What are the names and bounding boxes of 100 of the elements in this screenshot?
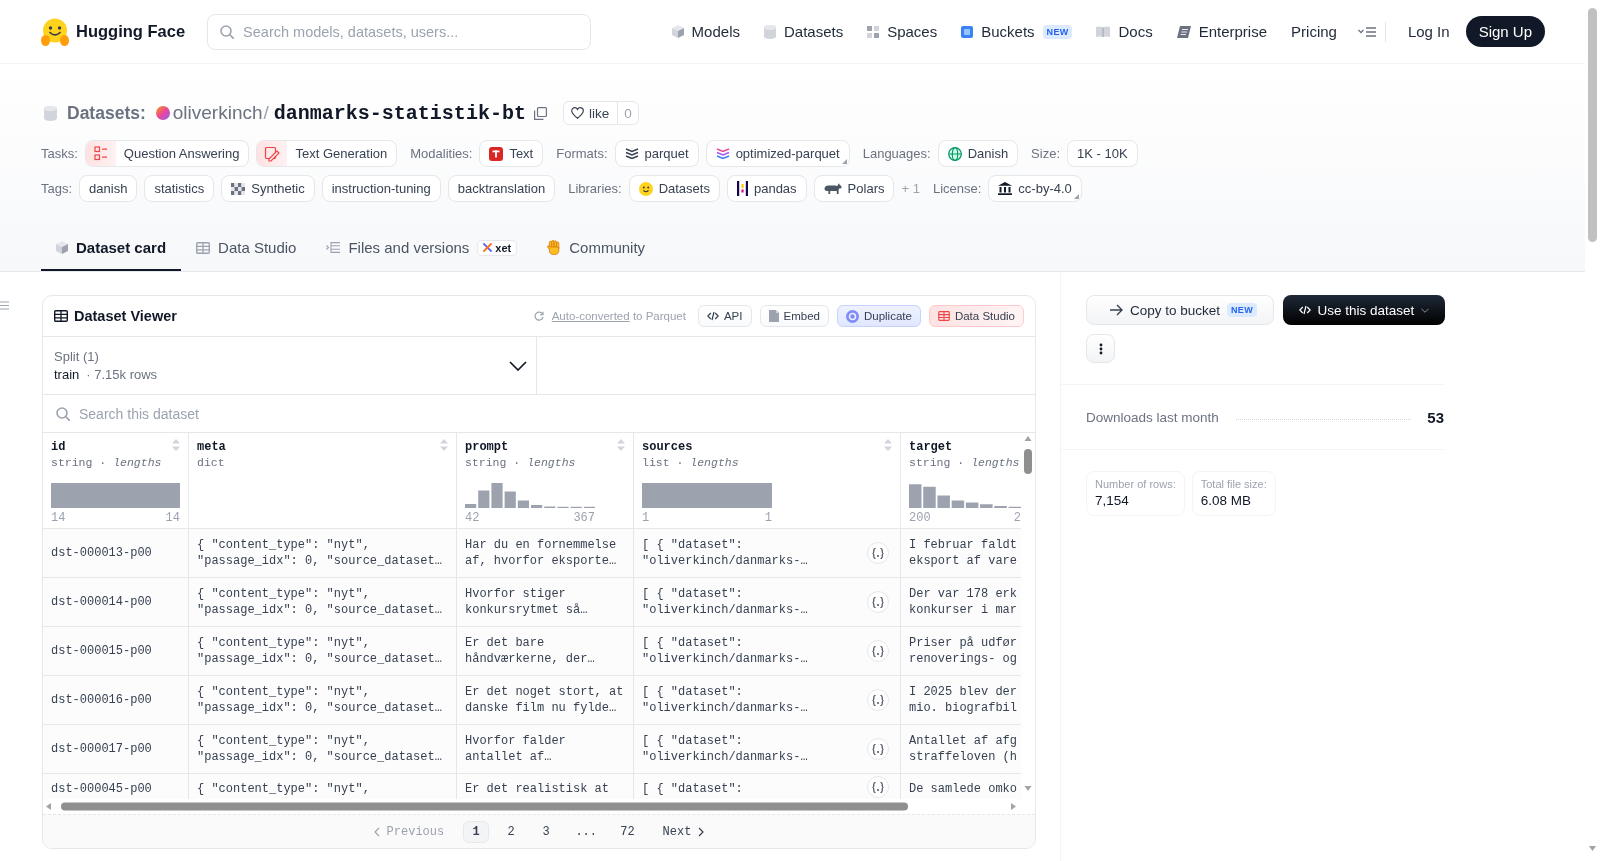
viewer-title: Dataset Viewer: [74, 308, 177, 324]
tag-chip[interactable]: danish: [79, 175, 138, 202]
tab[interactable]: Files and versions xet: [311, 226, 533, 271]
tag-chip[interactable]: pandas: [726, 175, 807, 202]
cube-icon: [671, 25, 684, 38]
table-cell-text: De samlede omko: [908, 781, 1019, 798]
menu-icon[interactable]: [0, 301, 9, 310]
toolbar-button[interactable]: Data Studio: [928, 305, 1024, 327]
braces-button[interactable]: [867, 640, 889, 662]
login-link[interactable]: Log In: [1407, 23, 1450, 40]
page-button[interactable]: 1: [463, 820, 490, 843]
circle-icon: [845, 309, 859, 323]
bear-icon: [823, 183, 842, 194]
tag-chip[interactable]: statistics: [144, 175, 215, 202]
meta-label: Tasks:: [41, 146, 78, 161]
braces-button[interactable]: [867, 689, 889, 711]
heart-icon: [570, 107, 584, 119]
page-button[interactable]: 3: [533, 820, 560, 843]
tag-chip[interactable]: Text: [479, 140, 544, 167]
stat-value: 6.08 MB: [1200, 493, 1252, 508]
split-select[interactable]: Split (1) train · 7.15k rows: [43, 337, 537, 394]
copy-icon[interactable]: [533, 106, 547, 120]
home-link[interactable]: Hugging Face: [41, 17, 186, 46]
copy-to-bucket-button[interactable]: Copy to bucket NEW: [1086, 295, 1274, 325]
page-button[interactable]: 2: [498, 820, 525, 843]
table-cell: { "content_type": "nyt", "passage_idx": 0, "source_dataset…: [189, 725, 457, 773]
stat-label: Number of rows:: [1095, 478, 1176, 490]
range-label: 14: [51, 511, 66, 525]
nav-link[interactable]: Buckets NEW: [961, 23, 1073, 40]
tag-chip[interactable]: Danish: [937, 140, 1019, 167]
chevron-left-icon: [373, 826, 380, 837]
braces-button[interactable]: [867, 738, 889, 760]
tag-chip[interactable]: 1K - 10K: [1067, 140, 1138, 167]
braces-button[interactable]: [867, 591, 889, 613]
column-type: string · lengths: [465, 455, 577, 471]
toolbar-button[interactable]: Embed: [759, 305, 829, 327]
tag-chip[interactable]: Question Answering: [84, 140, 250, 167]
table-cell: Hvorfor falder antallet af…: [457, 725, 634, 773]
column-name: id: [51, 439, 66, 455]
tag-chip[interactable]: instruction-tuning: [321, 175, 441, 202]
search-field[interactable]: Search models, datasets, users...: [207, 13, 592, 50]
column-name: prompt: [465, 439, 509, 455]
nav-link[interactable]: Docs: [1096, 23, 1153, 40]
cube-icon: [56, 241, 68, 254]
column-name: target: [909, 439, 953, 455]
list-icon: [326, 242, 341, 253]
range-label: 14: [165, 511, 180, 525]
braces-button[interactable]: [867, 542, 889, 564]
tag-chip[interactable]: cc-by-4.0: [988, 175, 1082, 202]
tag-chip[interactable]: Polars: [813, 175, 895, 202]
smiley-icon: [638, 181, 653, 196]
slanted-tile-icon: [1176, 25, 1191, 38]
tag-chip[interactable]: Synthetic: [221, 175, 315, 202]
database-icon: [763, 24, 776, 39]
toolbar-button[interactable]: Duplicate: [836, 305, 921, 327]
owner-link[interactable]: oliverkinch: [172, 102, 263, 124]
table-cell-text: Antallet af afg straffeloven (h: [908, 733, 1019, 766]
chevron-down-icon: [1421, 307, 1430, 313]
tag-chip[interactable]: parquet: [614, 140, 699, 167]
column-name: meta: [197, 439, 226, 455]
tab[interactable]: Data Studio: [181, 226, 312, 271]
tag-chip[interactable]: backtranslation: [447, 175, 556, 202]
tab[interactable]: Dataset card: [41, 226, 182, 271]
column-type: string · lengths: [909, 455, 1021, 471]
table-cell: { "content_type": "nyt", "passage_idx": 0, "source_dataset…: [189, 529, 457, 577]
database-icon: [44, 105, 57, 121]
tag-chip[interactable]: optimized-parquet: [705, 140, 850, 167]
use-dataset-button[interactable]: Use this dataset: [1282, 295, 1445, 325]
refresh-icon: [533, 311, 544, 321]
page-button[interactable]: 72: [613, 820, 642, 843]
braces-button[interactable]: [867, 776, 889, 798]
next-button[interactable]: Next: [662, 824, 705, 839]
table-cell: dst-000016-p00: [43, 676, 189, 724]
nav-link[interactable]: Datasets: [763, 23, 844, 40]
tag-chip[interactable]: Datasets: [628, 175, 720, 202]
like-button[interactable]: like 0: [562, 101, 639, 125]
tag-chip[interactable]: Text Generation: [256, 140, 398, 167]
nav-link[interactable]: Models: [671, 23, 740, 40]
code-icon: [706, 311, 719, 321]
toolbar-button[interactable]: API: [697, 305, 752, 327]
downloads-value: 53: [1427, 408, 1444, 426]
cross-icon: [483, 243, 493, 252]
table-cell-text: I 2025 blev der mio. biografbil: [908, 684, 1019, 717]
json-text: [ { "dataset": "oliverkinch/danmarks-…: [642, 537, 809, 569]
document-icon: [768, 310, 779, 322]
menu-icon[interactable]: [1357, 26, 1376, 37]
layers-icon: [715, 148, 730, 159]
signup-button[interactable]: Sign Up: [1465, 16, 1545, 47]
nav-link[interactable]: Pricing: [1291, 23, 1337, 40]
range-label: 42: [465, 511, 480, 525]
tab[interactable]: Community: [532, 226, 661, 271]
nav-link[interactable]: Enterprise: [1176, 23, 1268, 40]
table-icon: [54, 310, 68, 322]
stat-value: 7,154: [1095, 493, 1130, 508]
hand-icon: [547, 240, 562, 255]
more-button[interactable]: [1086, 334, 1115, 363]
braces-icon: [872, 781, 884, 793]
range-label: 1: [764, 511, 772, 525]
layers-icon: [624, 148, 639, 159]
nav-link[interactable]: Spaces: [867, 23, 938, 40]
